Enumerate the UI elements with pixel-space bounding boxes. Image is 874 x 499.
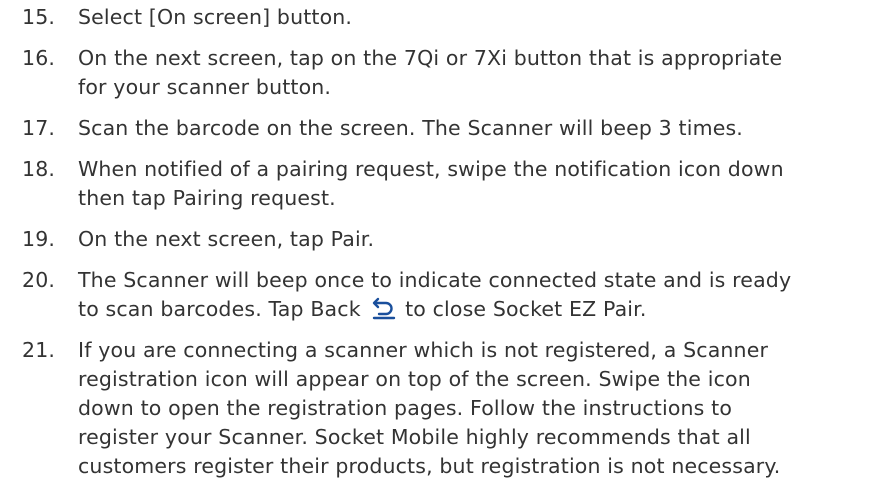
step-number: 21. [22, 338, 56, 362]
step-text: then tap Pairing request. [78, 186, 336, 210]
step-text: registration icon will appear on top of … [78, 367, 751, 391]
step-number: 16. [22, 46, 56, 70]
step-text: On the next screen, tap on the 7Qi or 7X… [78, 46, 783, 70]
step-text: Select [On screen] button. [78, 5, 353, 29]
step-text: The Scanner will beep once to indicate c… [78, 268, 792, 292]
step-number: 17. [22, 116, 56, 140]
step-number: 19. [22, 227, 56, 251]
step-text: to scan barcodes. Tap Back [78, 297, 361, 321]
step-number: 18. [22, 157, 56, 181]
step-number: 15. [22, 5, 56, 29]
step-text: If you are connecting a scanner which is… [78, 338, 769, 362]
step-text: customers register their products, but r… [78, 454, 781, 478]
step-text: register your Scanner. Socket Mobile hig… [78, 425, 751, 449]
step-text: When notified of a pairing request, swip… [78, 157, 784, 181]
step-text-with-icon: to scan barcodes. Tap Back to close Sock… [78, 295, 646, 325]
step-text: Scan the barcode on the screen. The Scan… [78, 116, 743, 140]
step-number: 20. [22, 268, 56, 292]
step-text: to close Socket EZ Pair. [405, 297, 647, 321]
step-text: for your scanner button. [78, 75, 332, 99]
step-text: On the next screen, tap Pair. [78, 227, 375, 251]
back-arrow-icon [373, 297, 396, 320]
step-text: down to open the registration pages. Fol… [78, 396, 733, 420]
